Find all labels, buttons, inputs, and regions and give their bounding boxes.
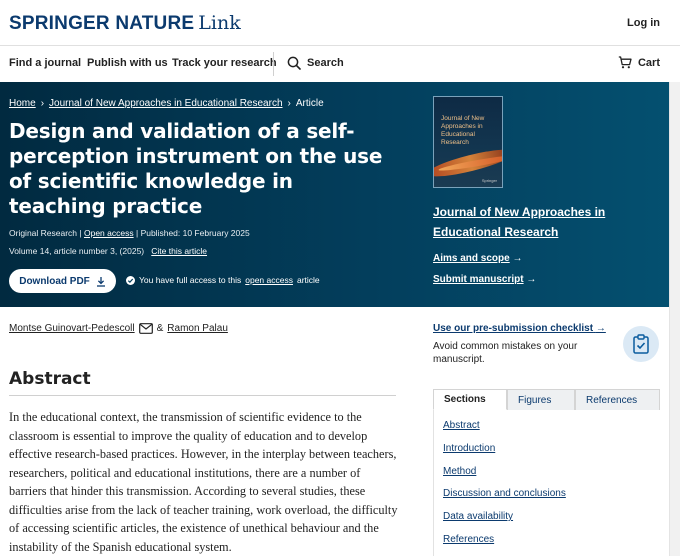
checklist-link[interactable]: Use our pre-submission checklist → <box>433 323 606 334</box>
clipboard-check-icon <box>623 326 659 362</box>
section-link-introduction[interactable]: Introduction <box>443 443 495 454</box>
check-circle-icon <box>126 275 135 285</box>
cover-title: Journal of New Approaches in Educational… <box>441 115 485 146</box>
top-bar: SPRINGER NATURE Link Log in <box>0 0 680 46</box>
article-meta: Original Research | Open access | Publis… <box>9 228 250 238</box>
main-nav: Find a journal Publish with us Track you… <box>0 46 680 82</box>
access-notice: You have full access to this open access… <box>126 275 320 285</box>
cover-publisher: Springer <box>481 178 497 183</box>
article-hero: Home › Journal of New Approaches in Educ… <box>0 82 669 307</box>
sections-list: Abstract Introduction Method Discussion … <box>433 410 660 556</box>
springer-nature-link-logo[interactable]: SPRINGER NATURE Link <box>9 12 241 35</box>
submit-manuscript-link[interactable]: Submit manuscript → <box>433 274 536 285</box>
section-link-references[interactable]: References <box>443 534 494 545</box>
divider <box>9 395 396 396</box>
login-link[interactable]: Log in <box>627 17 660 29</box>
tab-references[interactable]: References <box>575 389 660 410</box>
abstract-heading: Abstract <box>9 369 91 389</box>
article-title: Design and validation of a self-percepti… <box>9 119 383 218</box>
section-link-discussion[interactable]: Discussion and conclusions <box>443 488 566 499</box>
cart-icon <box>618 56 632 69</box>
access-suffix: article <box>296 275 320 285</box>
download-icon <box>96 276 105 287</box>
access-prefix: You have full access to this <box>139 275 242 285</box>
abstract-text: In the educational context, the transmis… <box>9 410 398 554</box>
section-link-abstract[interactable]: Abstract <box>443 420 480 431</box>
email-icon[interactable] <box>138 323 153 334</box>
author-separator: & <box>156 323 164 334</box>
access-open-access-link[interactable]: open access <box>245 275 293 285</box>
arrow-right-icon: → <box>512 253 523 264</box>
chevron-right-icon: › <box>40 98 45 109</box>
journal-cover-image[interactable]: Journal of New Approaches in Educational… <box>433 96 503 188</box>
scrollbar[interactable] <box>669 82 680 556</box>
author-link[interactable]: Ramon Palau <box>167 323 228 334</box>
nav-divider <box>273 52 274 76</box>
author-list: Montse Guinovart-Pedescoll & Ramon Palau <box>9 323 228 334</box>
cite-link[interactable]: Cite this article <box>151 246 207 256</box>
nav-find-journal[interactable]: Find a journal <box>9 57 81 69</box>
submit-label: Submit manuscript <box>433 274 524 285</box>
section-link-method[interactable]: Method <box>443 466 476 477</box>
logo-brand: SPRINGER NATURE <box>9 13 195 34</box>
article-tabs: Sections Figures References <box>433 389 660 410</box>
aims-scope-link[interactable]: Aims and scope → <box>433 253 522 264</box>
article-type: Original Research <box>9 228 78 238</box>
breadcrumb-home[interactable]: Home <box>9 98 36 109</box>
checklist-label: Use our pre-submission checklist <box>433 323 594 334</box>
cart-button[interactable]: Cart <box>618 56 660 69</box>
download-pdf-button[interactable]: Download PDF <box>9 269 116 293</box>
journal-title-link[interactable]: Journal of New Approaches in Educational… <box>433 202 633 242</box>
breadcrumb-current: Article <box>295 98 324 109</box>
arrow-right-icon: → <box>595 323 606 334</box>
arrow-right-icon: → <box>526 274 537 285</box>
search-label: Search <box>307 57 344 69</box>
checklist-description: Avoid common mistakes on your manuscript… <box>433 341 578 365</box>
cart-label: Cart <box>637 56 660 69</box>
tab-figures[interactable]: Figures <box>507 389 575 410</box>
article-volume: Volume 14, article number 3, (2025) Cite… <box>9 246 207 256</box>
chevron-right-icon: › <box>287 98 291 109</box>
search-icon <box>287 56 301 70</box>
download-label: Download PDF <box>19 275 90 287</box>
tab-sections[interactable]: Sections <box>433 389 507 410</box>
breadcrumb: Home › Journal of New Approaches in Educ… <box>9 98 324 109</box>
search-button[interactable]: Search <box>287 56 344 70</box>
section-link-data-availability[interactable]: Data availability <box>443 511 513 522</box>
logo-product: Link <box>198 12 241 34</box>
author-link[interactable]: Montse Guinovart-Pedescoll <box>9 323 135 334</box>
open-access-link[interactable]: Open access <box>84 228 134 238</box>
nav-track[interactable]: Track your research <box>172 57 277 69</box>
published-date: Published: 10 February 2025 <box>140 228 250 238</box>
nav-publish[interactable]: Publish with us <box>87 57 168 69</box>
volume-text: Volume 14, article number 3, (2025) <box>9 246 145 256</box>
breadcrumb-journal[interactable]: Journal of New Approaches in Educational… <box>49 98 282 109</box>
aims-label: Aims and scope <box>433 253 510 264</box>
